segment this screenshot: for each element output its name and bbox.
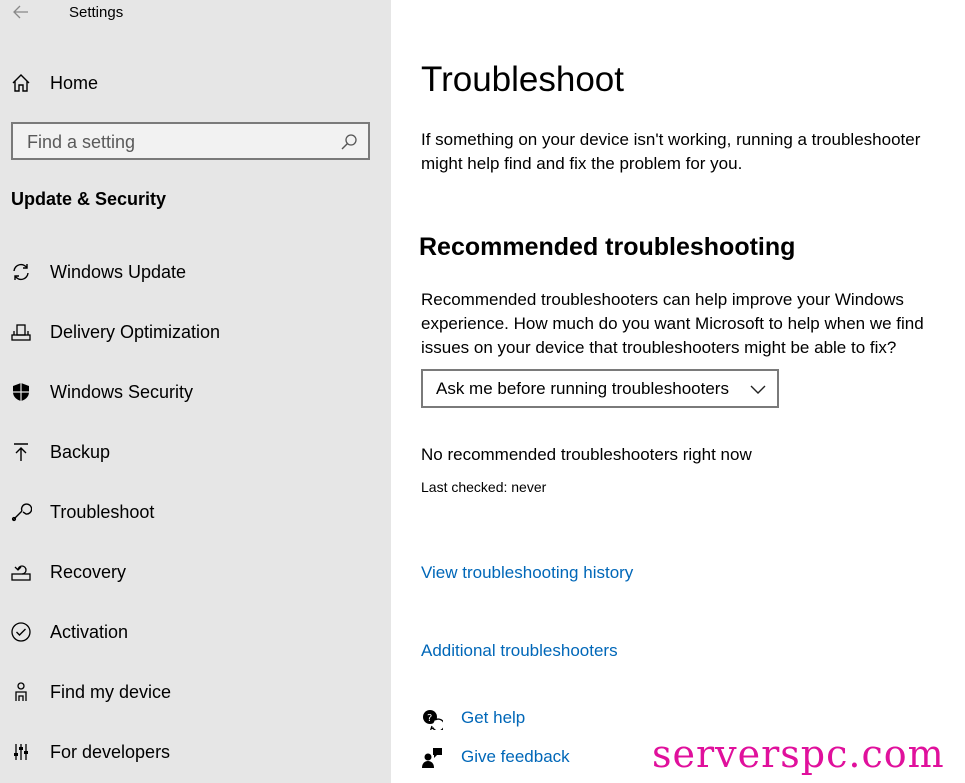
- search-placeholder: Find a setting: [27, 132, 136, 152]
- check-circle-icon: [10, 621, 32, 643]
- backup-arrow-icon: [10, 441, 32, 463]
- developer-sliders-icon: [10, 741, 32, 763]
- feedback-person-icon: [422, 748, 442, 768]
- sidebar-item-label: Activation: [50, 621, 129, 642]
- sidebar-item-backup[interactable]: Backup: [0, 429, 391, 475]
- get-help-link[interactable]: ? Get help: [421, 706, 661, 732]
- recommended-heading: Recommended troubleshooting: [419, 233, 796, 261]
- person-location-icon: [10, 681, 32, 703]
- home-icon: [10, 72, 32, 94]
- section-title: Update & Security: [11, 189, 167, 209]
- sidebar-item-label: Windows Security: [50, 381, 194, 402]
- recommended-status: No recommended troubleshooters right now: [421, 445, 752, 464]
- sidebar-item-find-my-device[interactable]: Find my device: [0, 669, 391, 715]
- watermark-text: serverspc.com: [652, 732, 945, 776]
- sidebar-item-label: Recovery: [50, 561, 127, 582]
- get-help-label: Get help: [461, 708, 526, 727]
- search-icon[interactable]: [340, 133, 358, 151]
- sidebar-item-label: Delivery Optimization: [50, 321, 221, 342]
- svg-text:?: ?: [427, 713, 432, 724]
- chevron-down-icon: [750, 385, 766, 394]
- sidebar-item-activation[interactable]: Activation: [0, 609, 391, 655]
- sidebar-item-windows-security[interactable]: Windows Security: [0, 369, 391, 415]
- page-title: Troubleshoot: [421, 60, 624, 99]
- delivery-optimization-icon: [10, 321, 32, 343]
- sidebar-item-windows-update[interactable]: Windows Update: [0, 249, 391, 295]
- sidebar-item-label: Windows Update: [50, 261, 187, 282]
- give-feedback-label: Give feedback: [461, 747, 570, 766]
- sidebar-item-label: Home: [50, 72, 99, 93]
- sidebar-item-label: Backup: [50, 441, 111, 462]
- view-history-link[interactable]: View troubleshooting history: [421, 563, 633, 583]
- recommended-description: Recommended troubleshooters can help imp…: [421, 290, 924, 357]
- dropdown-selected-value: Ask me before running troubleshooters: [436, 379, 729, 398]
- sync-icon: [10, 261, 32, 283]
- search-input[interactable]: Find a setting: [11, 122, 370, 160]
- give-feedback-link[interactable]: Give feedback: [421, 745, 661, 771]
- intro-text: If something on your device isn't workin…: [421, 130, 921, 173]
- sidebar-item-for-developers[interactable]: For developers: [0, 729, 391, 775]
- main-content: Troubleshoot If something on your device…: [391, 0, 965, 783]
- chat-help-icon: ?: [423, 710, 443, 730]
- sidebar-item-label: Troubleshoot: [50, 501, 155, 522]
- shield-icon: [10, 381, 32, 403]
- sidebar-item-label: For developers: [50, 741, 171, 762]
- sidebar-item-recovery[interactable]: Recovery: [0, 549, 391, 595]
- back-arrow-icon: [13, 5, 28, 19]
- sidebar-item-label: Find my device: [50, 681, 172, 702]
- sidebar-item-troubleshoot[interactable]: Troubleshoot: [0, 489, 391, 535]
- sidebar: Settings Home Find a setting Update & Se…: [0, 0, 391, 783]
- back-button[interactable]: [8, 0, 34, 24]
- recovery-icon: [10, 561, 32, 583]
- troubleshooting-preference-dropdown[interactable]: Ask me before running troubleshooters: [421, 369, 779, 408]
- app-title: Settings: [69, 4, 124, 21]
- sidebar-item-delivery-optimization[interactable]: Delivery Optimization: [0, 309, 391, 355]
- sidebar-item-home[interactable]: Home: [0, 64, 391, 102]
- additional-troubleshooters-link[interactable]: Additional troubleshooters: [421, 641, 618, 661]
- last-checked-text: Last checked: never: [421, 479, 547, 495]
- wrench-icon: [10, 501, 32, 523]
- title-bar: Settings: [0, 0, 391, 26]
